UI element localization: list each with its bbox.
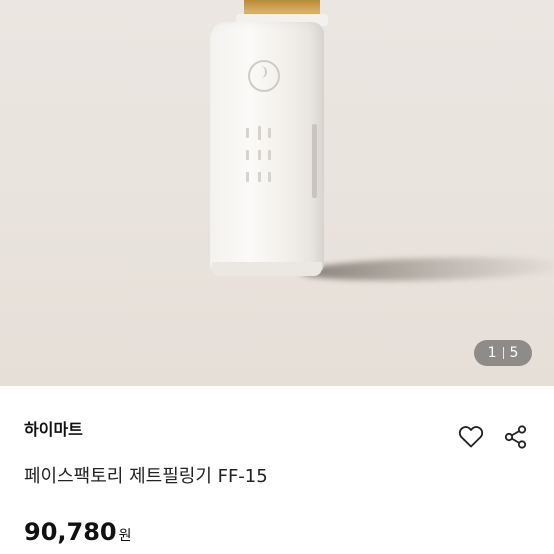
led-indicator	[246, 150, 249, 160]
led-indicator	[258, 172, 261, 182]
image-pager: 1 5	[474, 340, 532, 366]
led-indicator	[246, 172, 249, 182]
heart-outline-icon	[458, 426, 484, 448]
power-button-icon	[248, 60, 280, 92]
pager-total: 5	[509, 345, 519, 361]
pager-divider	[502, 347, 504, 359]
share-button[interactable]	[501, 422, 531, 452]
led-indicator	[258, 126, 261, 140]
share-icon	[504, 425, 527, 449]
product-image-gallery[interactable]: 1 5	[0, 0, 554, 386]
product-price: 90,780 원	[24, 518, 132, 546]
like-button[interactable]	[456, 422, 486, 452]
led-indicator	[268, 150, 271, 160]
product-title: 페이스팩토리 제트필링기 FF-15	[24, 466, 268, 487]
store-name[interactable]: 하이마트	[24, 416, 83, 440]
device-base	[212, 262, 322, 276]
side-slot	[312, 124, 317, 198]
device-shadow	[299, 254, 554, 284]
led-indicator	[268, 128, 271, 138]
price-currency: 원	[118, 528, 132, 544]
price-amount: 90,780	[24, 518, 117, 546]
led-indicator	[258, 150, 261, 160]
pager-current: 1	[487, 345, 497, 361]
led-indicator	[268, 172, 271, 182]
led-indicator	[246, 128, 249, 138]
